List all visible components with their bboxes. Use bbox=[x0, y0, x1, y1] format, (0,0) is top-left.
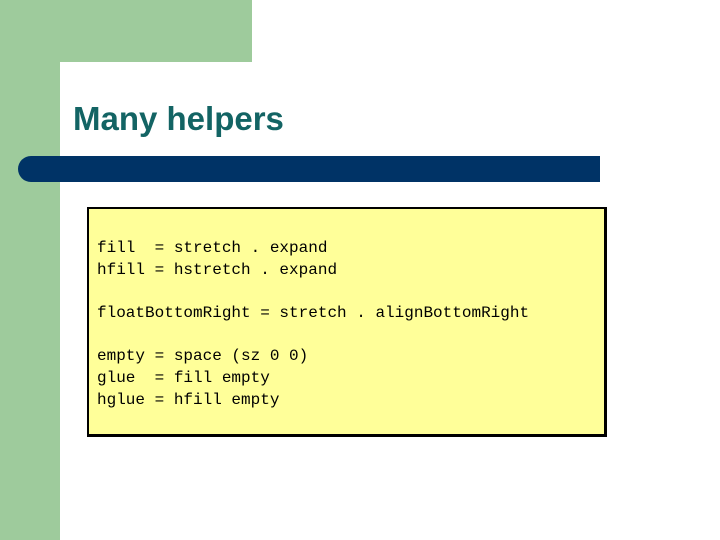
code-line: hglue = hfill empty bbox=[97, 391, 280, 409]
code-line: fill = stretch . expand bbox=[97, 239, 328, 257]
code-line: glue = fill empty bbox=[97, 369, 270, 387]
code-line: floatBottomRight = stretch . alignBottom… bbox=[97, 304, 530, 322]
code-line: hfill = hstretch . expand bbox=[97, 261, 338, 279]
title-underline-bar bbox=[18, 156, 600, 182]
code-block: fill = stretch . expand hfill = hstretch… bbox=[87, 207, 607, 437]
slide-title: Many helpers bbox=[73, 100, 284, 137]
code-line: empty = space (sz 0 0) bbox=[97, 347, 309, 365]
decorative-green-block-left bbox=[0, 0, 60, 540]
